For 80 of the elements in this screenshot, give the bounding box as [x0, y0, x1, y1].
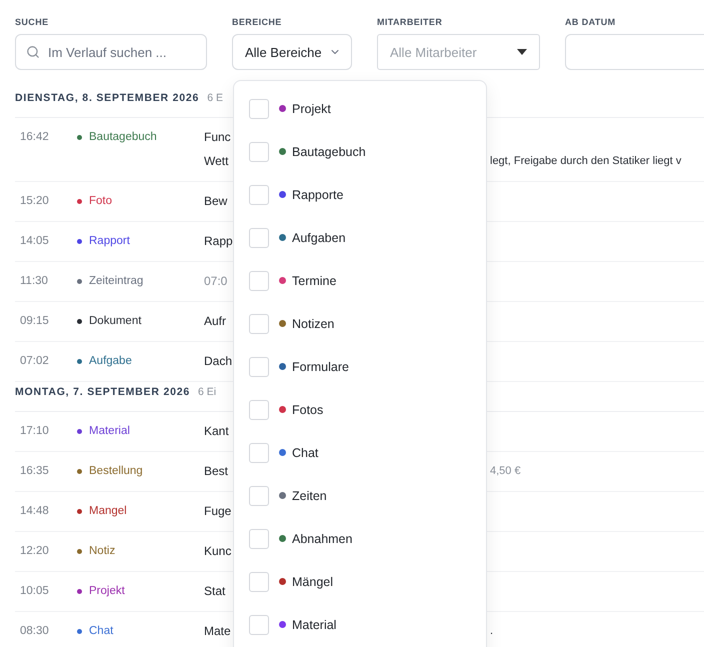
category-label: Projekt: [77, 581, 125, 601]
field-label: BEREICHE: [232, 17, 283, 27]
search-field[interactable]: Im Verlauf suchen ...: [15, 34, 207, 70]
entry-time: 11:30: [20, 274, 49, 289]
entry-text: legt, Freigabe durch den Statiker liegt v: [490, 154, 682, 169]
entry-time: 14:05: [20, 234, 50, 249]
entry-time: 10:05: [20, 584, 50, 599]
entry-title: Stat: [204, 583, 226, 600]
option-label[interactable]: Rapporte: [292, 188, 344, 202]
entry-time: 12:20: [20, 544, 50, 559]
category-label: Zeiteintrag: [77, 271, 144, 291]
field-label: SUCHE: [15, 17, 50, 27]
category-label: Notiz: [77, 541, 116, 561]
entry-text: .: [490, 624, 494, 639]
category-label: Rapport: [77, 231, 130, 251]
category-label: Bautagebuch: [77, 127, 157, 147]
caret-icon: [517, 49, 527, 55]
checkbox[interactable]: [249, 228, 269, 248]
entry-text: 4,50 €: [490, 464, 521, 479]
field-label: MITARBEITER: [377, 17, 444, 27]
entry-title: Aufr: [204, 313, 228, 330]
option-label[interactable]: Fotos: [292, 402, 324, 416]
entry-time: 17:10: [20, 424, 50, 439]
entry-title: Best: [204, 463, 230, 480]
checkbox[interactable]: [249, 528, 269, 548]
checkbox[interactable]: [249, 400, 269, 420]
option-label[interactable]: Mängel: [292, 574, 333, 588]
option-label[interactable]: Notizen: [292, 316, 334, 330]
entry-time: 09:15: [20, 314, 50, 329]
category-label: Material: [77, 421, 130, 441]
option-label[interactable]: Termine: [292, 274, 336, 288]
option-label[interactable]: Projekt: [292, 102, 331, 116]
option-label[interactable]: Chat: [292, 446, 318, 460]
checkbox[interactable]: [249, 442, 269, 462]
entry-title: Kunc: [204, 543, 232, 560]
entry-time: 07:02: [20, 354, 50, 369]
option-label[interactable]: Bautagebuch: [292, 144, 366, 158]
entry-title: Fuge: [204, 503, 232, 520]
field-label: AB DATUM: [565, 17, 617, 27]
category-label: Aufgabe: [77, 351, 132, 371]
entry-title: 07:0: [204, 273, 228, 290]
entry-description: Wett: [204, 153, 230, 170]
option-label[interactable]: Zeiten: [292, 488, 327, 502]
category-label: Bestellung: [77, 461, 143, 481]
option-label[interactable]: Material: [292, 618, 336, 632]
entry-count: 6 Ei: [198, 386, 216, 398]
entry-title: Mate: [204, 623, 232, 640]
entry-title: Rapp: [204, 233, 233, 250]
category-label: Dokument: [77, 311, 142, 331]
checkbox[interactable]: [249, 614, 269, 634]
category-label: Mangel: [77, 501, 127, 521]
entry-title: Bew: [204, 193, 228, 210]
checkbox[interactable]: [249, 142, 269, 162]
day-heading: MONTAG, 7. SEPTEMBER 2026: [15, 386, 190, 398]
area-select[interactable]: Alle Bereiche: [232, 34, 352, 70]
day-heading: DIENSTAG, 8. SEPTEMBER 2026: [15, 92, 200, 104]
checkbox[interactable]: [249, 184, 269, 204]
checkbox[interactable]: [249, 314, 269, 334]
checkbox[interactable]: [249, 270, 269, 290]
entry-time: 16:35: [20, 464, 50, 479]
checkbox[interactable]: [249, 486, 269, 506]
entry-title: Func: [204, 129, 232, 146]
entry-time: 15:20: [20, 194, 50, 209]
entry-time: 08:30: [20, 624, 50, 639]
option-label[interactable]: Abnahmen: [292, 532, 352, 546]
search-input[interactable]: Im Verlauf suchen ...: [48, 44, 188, 60]
checkbox[interactable]: [249, 98, 269, 118]
entry-time: 16:42: [20, 130, 50, 145]
option-label[interactable]: Aufgaben: [292, 230, 346, 244]
option-label[interactable]: Formulare: [292, 360, 349, 374]
category-label: Foto: [77, 191, 112, 211]
entry-title: Dach: [204, 353, 233, 370]
search-icon: [26, 45, 40, 59]
category-label: Chat: [77, 621, 114, 641]
entry-title: Kant: [204, 423, 230, 440]
checkbox[interactable]: [249, 356, 269, 376]
date-field[interactable]: [565, 34, 704, 70]
entry-time: 14:48: [20, 504, 50, 519]
entry-count: 6 E: [207, 92, 223, 104]
checkbox[interactable]: [249, 572, 269, 592]
